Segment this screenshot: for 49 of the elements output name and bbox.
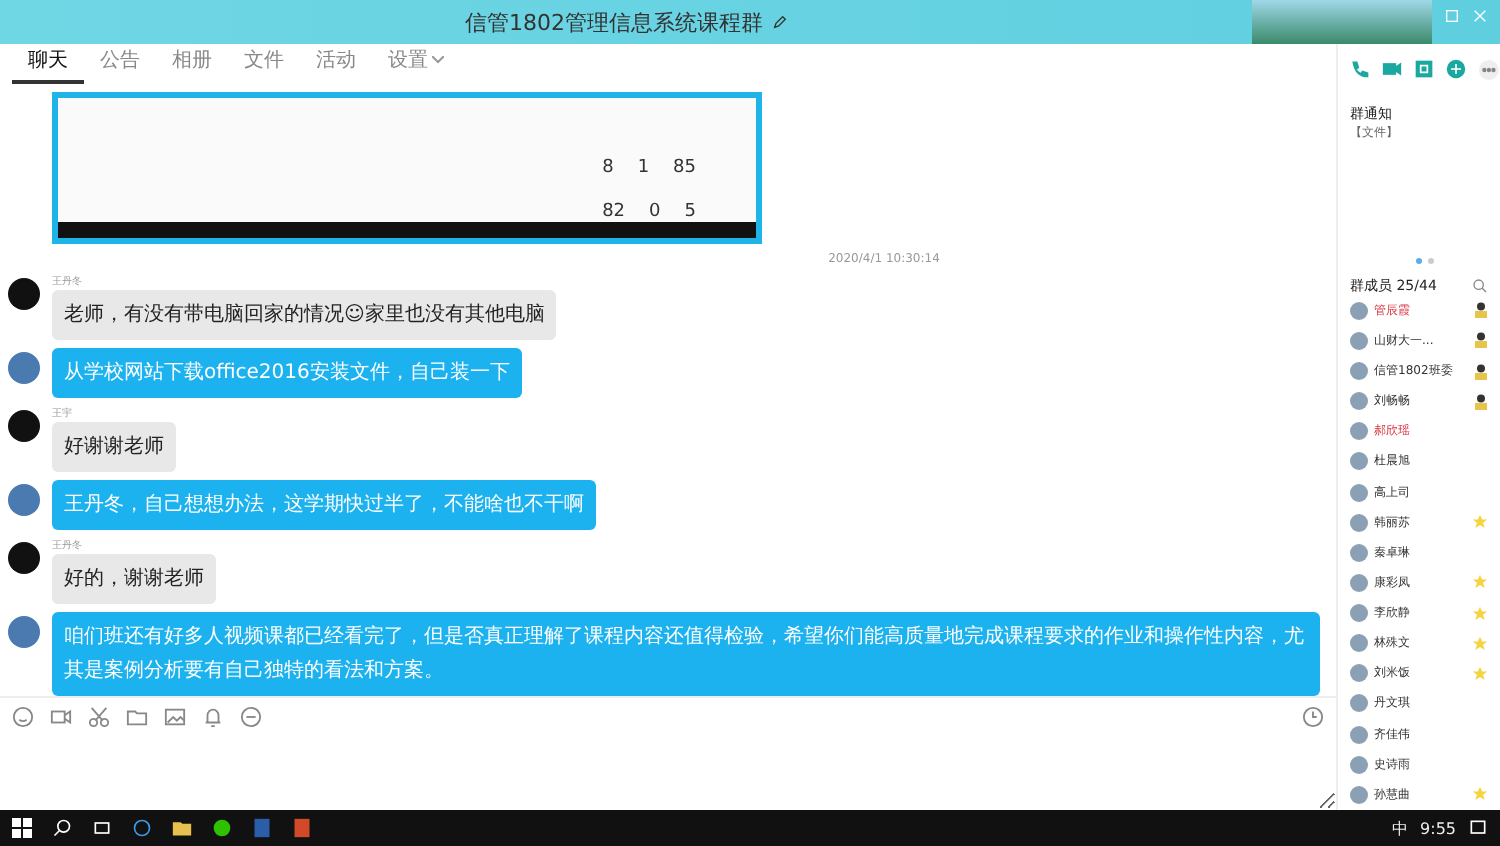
windows-icon[interactable] (12, 818, 32, 838)
ime-indicator[interactable]: 中 (1392, 817, 1409, 839)
shared-screenshot[interactable]: 8 1 85 82 0 5 (52, 92, 762, 244)
restore-icon[interactable] (1444, 8, 1460, 24)
avatar[interactable] (8, 278, 40, 310)
stat-number: 85 (673, 158, 696, 178)
more-icon[interactable] (240, 705, 262, 727)
history-icon[interactable] (1302, 705, 1324, 727)
stat-number: 5 (684, 202, 696, 222)
chat-tab[interactable]: 设置 (372, 42, 460, 84)
presentation-icon[interactable] (292, 818, 312, 838)
stat-number: 8 (602, 158, 614, 178)
chat-tab[interactable]: 相册 (156, 42, 228, 84)
chat-app-icon[interactable] (212, 818, 232, 838)
message-bubble: 好的，谢谢老师 (52, 554, 216, 604)
stat-number: 1 (637, 158, 650, 178)
video-call-icon[interactable] (1382, 58, 1403, 81)
document-icon[interactable] (252, 818, 272, 838)
stat-number: 0 (649, 202, 661, 222)
screen-share-icon[interactable] (1414, 58, 1435, 81)
folder-icon[interactable] (172, 818, 192, 838)
add-icon[interactable] (1446, 58, 1467, 81)
phone-icon[interactable] (1350, 58, 1371, 81)
close-icon[interactable] (1472, 8, 1488, 24)
more-icon[interactable] (1478, 57, 1500, 82)
chat-tab[interactable]: 公告 (84, 42, 156, 84)
message-bubble: 好谢谢老师 (52, 422, 176, 472)
window-title: 信管1802管理信息系统课程群 (465, 7, 763, 37)
message-bubble: 从学校网站下载office2016安装文件，自己装一下 (52, 348, 522, 398)
stat-number: 82 (602, 202, 626, 222)
chat-tab[interactable]: 聊天 (12, 42, 84, 84)
bell-icon[interactable] (202, 705, 224, 727)
clock[interactable]: 9:55 (1420, 819, 1456, 837)
chat-tab[interactable]: 活动 (300, 42, 372, 84)
scissors-icon[interactable] (88, 705, 110, 727)
task-view-icon[interactable] (92, 818, 112, 838)
search-icon[interactable] (52, 818, 72, 838)
message-bubble: 王丹冬，自己想想办法，这学期快过半了，不能啥也不干啊 (52, 480, 596, 530)
browser-icon[interactable] (132, 818, 152, 838)
chat-tab[interactable]: 文件 (228, 42, 300, 84)
pencil-icon[interactable] (771, 14, 787, 30)
message-bubble: 老师，有没有带电脑回家的情况☺家里也没有其他电脑 (52, 290, 557, 340)
image-icon[interactable] (164, 705, 186, 727)
avatar[interactable] (8, 542, 40, 574)
message-bubble: 咱们班还有好多人视频课都已经看完了，但是否真正理解了课程内容还值得检验，希望你们能高质量地完成课程要求的作业和操作性内容，尤其是案例分析要有自己独特的看法和方案。 (52, 612, 1320, 696)
notification-icon[interactable] (1468, 818, 1488, 838)
emoji-icon[interactable] (12, 705, 34, 727)
video-icon[interactable] (50, 705, 72, 727)
avatar[interactable] (8, 410, 40, 442)
